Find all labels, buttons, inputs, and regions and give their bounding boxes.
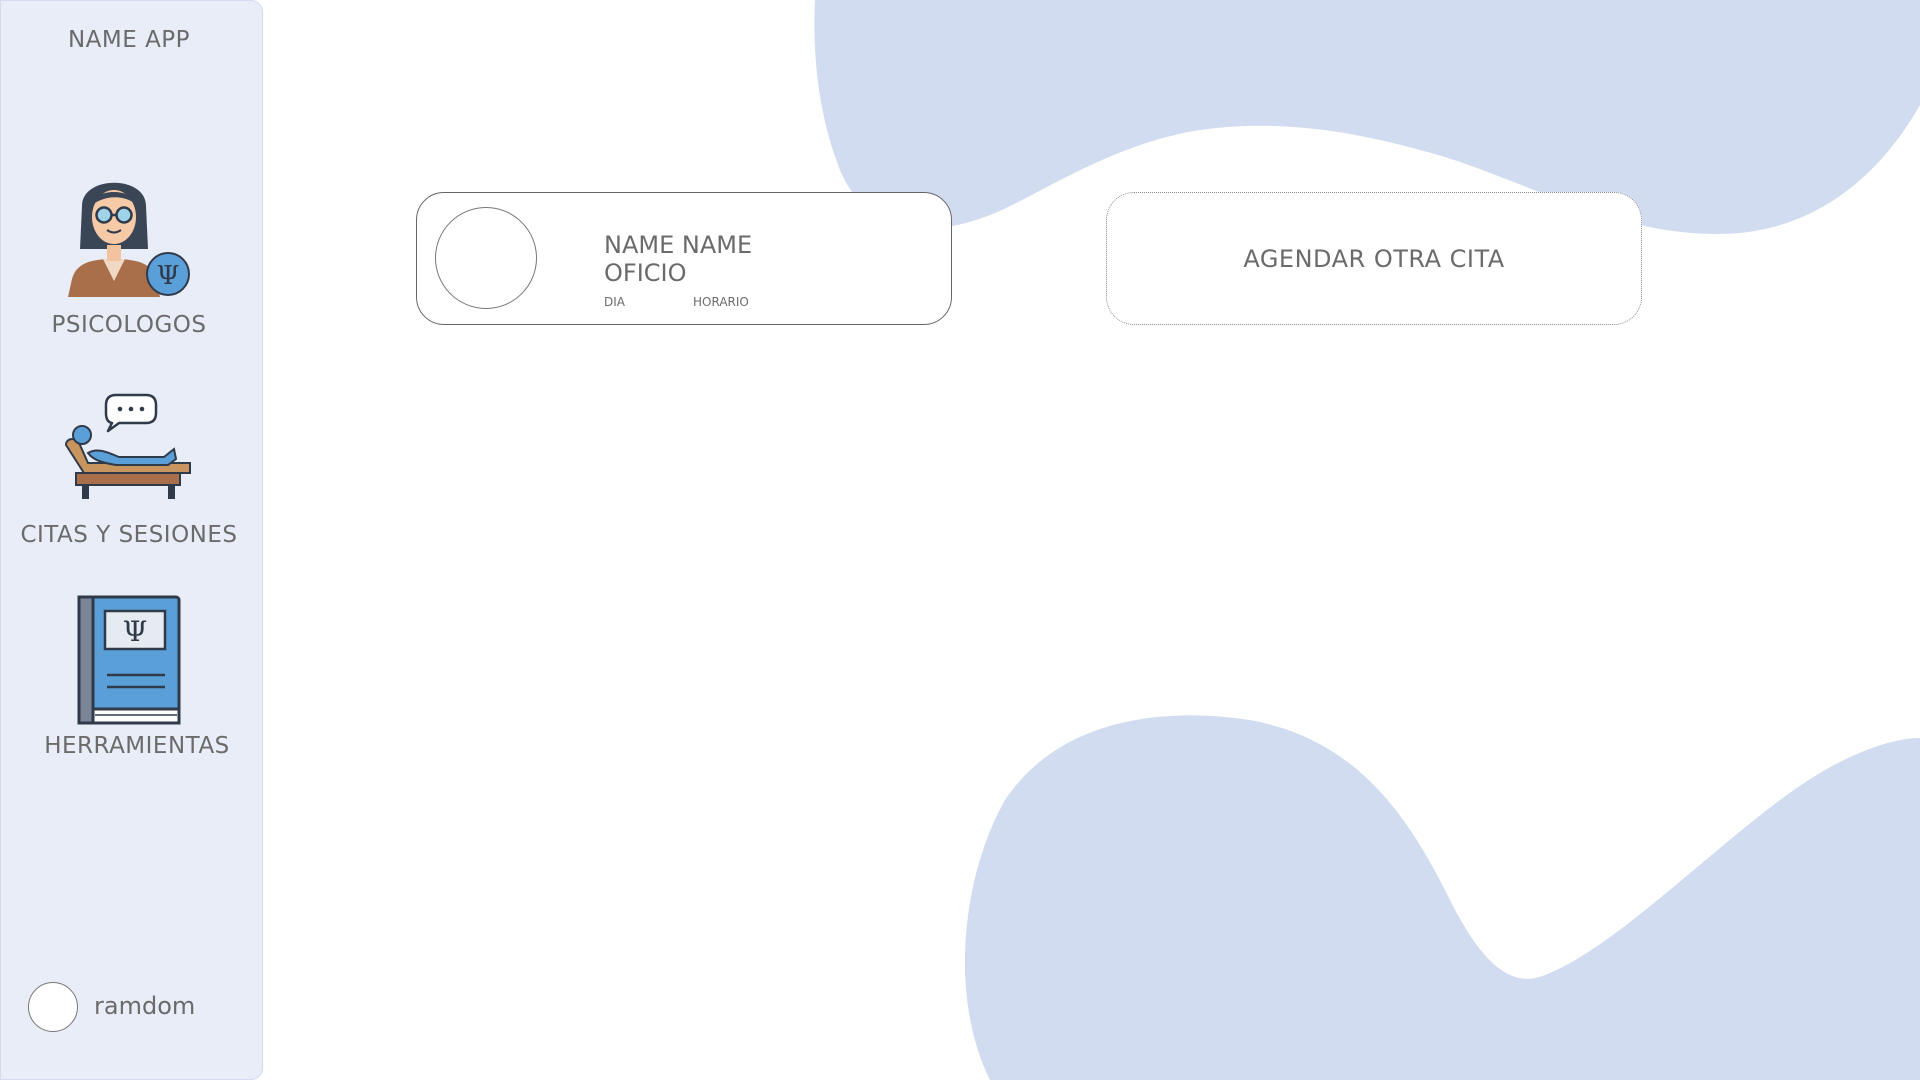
user-name: ramdom [94,992,196,1020]
appointment-day-label: DIA [604,295,625,309]
psychologist-icon: Ψ [68,182,190,297]
psychologist-name: NAME NAME [604,231,753,259]
background-blobs [814,0,1920,1080]
sidebar: NAME APP Ψ PSICOLOGOS CITAS Y SESIONES Ψ… [0,0,263,1080]
psychologist-avatar [435,207,537,309]
user-profile[interactable]: ramdom [28,982,248,1034]
sidebar-item-citas-y-sesiones[interactable]: CITAS Y SESIONES [1,393,257,553]
sidebar-item-label: CITAS Y SESIONES [20,522,238,548]
therapy-couch-icon [64,393,191,499]
sidebar-item-herramientas[interactable]: Ψ HERRAMIENTAS [1,595,257,765]
sidebar-item-label: PSICOLOGOS [51,312,207,338]
schedule-button-label: AGENDAR OTRA CITA [1243,244,1505,273]
svg-text:Ψ: Ψ [123,615,148,648]
appointment-time-label: HORARIO [693,295,749,309]
psychologist-job: OFICIO [604,259,687,287]
schedule-another-appointment-button[interactable]: AGENDAR OTRA CITA [1106,192,1642,325]
svg-text:Ψ: Ψ [157,261,180,291]
user-avatar[interactable] [28,982,78,1032]
app-title: NAME APP [67,27,191,53]
psychology-book-icon: Ψ [77,595,181,725]
sidebar-item-psicologos[interactable]: Ψ PSICOLOGOS [1,167,257,342]
sidebar-item-label: HERRAMIENTAS [44,733,230,759]
appointment-card[interactable]: NAME NAME OFICIO DIA HORARIO [416,192,952,325]
bottom-blob [964,715,1920,1080]
